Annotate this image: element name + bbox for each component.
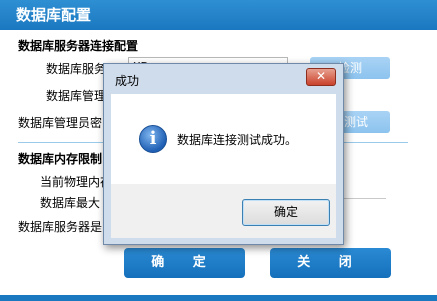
ok-button[interactable]: 确 定 — [124, 248, 245, 278]
window-title: 数据库配置 — [0, 0, 437, 30]
memory-section-title: 数据库内存限制 — [18, 152, 103, 166]
dialog-close-icon[interactable]: ✕ — [306, 68, 336, 86]
admin-label: 数据库管理 — [46, 89, 107, 103]
password-label: 数据库管理员密 — [18, 116, 103, 130]
success-dialog: 成功 ✕ i 数据库连接测试成功。 确定 — [103, 63, 344, 245]
connection-section-title: 数据库服务器连接配置 — [18, 39, 139, 53]
close-button[interactable]: 关 闭 — [270, 248, 391, 278]
dialog-title: 成功 — [115, 74, 140, 88]
bottom-border — [0, 295, 437, 301]
server-type-label: 数据库服务器是 — [18, 220, 103, 234]
info-icon: i — [139, 125, 167, 153]
dialog-ok-button[interactable]: 确定 — [242, 199, 330, 226]
dialog-message: 数据库连接测试成功。 — [177, 133, 298, 147]
physical-memory-label: 当前物理内存 — [40, 175, 113, 189]
max-memory-label: 数据库最大 — [40, 196, 101, 210]
